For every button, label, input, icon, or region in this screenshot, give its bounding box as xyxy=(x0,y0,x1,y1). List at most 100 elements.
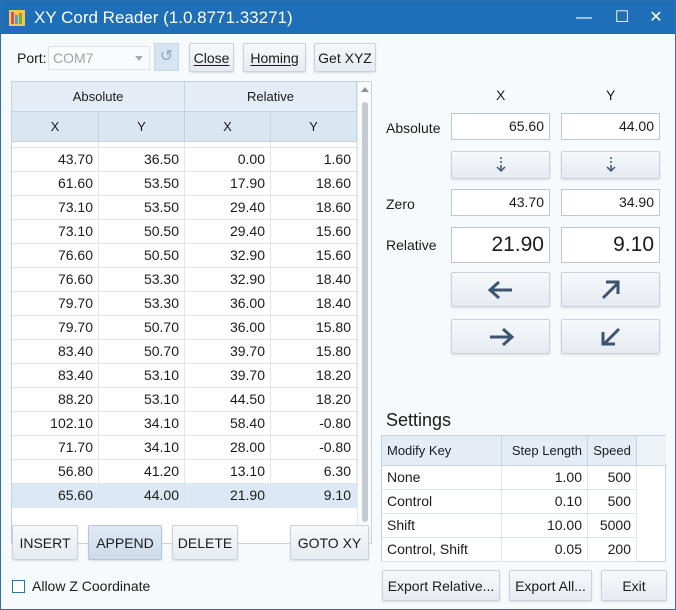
table-cell[interactable]: 36.00 xyxy=(185,316,271,340)
coordinates-table[interactable]: Absolute Relative X Y X Y 43.7034.900.00… xyxy=(11,81,372,544)
table-cell[interactable]: 53.10 xyxy=(99,364,185,388)
table-cell[interactable]: 76.60 xyxy=(12,268,99,292)
table-cell[interactable]: 53.50 xyxy=(99,172,185,196)
table-cell[interactable]: 0.00 xyxy=(185,148,271,172)
table-cell[interactable]: 83.40 xyxy=(12,364,99,388)
table-cell[interactable]: 32.90 xyxy=(185,268,271,292)
relative-y-field[interactable]: 9.10 xyxy=(561,227,660,263)
settings-cell[interactable]: 10.00 xyxy=(502,514,588,538)
settings-cell[interactable]: Control xyxy=(382,490,502,514)
close-port-button[interactable]: Close xyxy=(189,43,234,72)
get-xyz-button[interactable]: Get XYZ xyxy=(314,43,376,72)
table-cell[interactable]: 36.00 xyxy=(185,292,271,316)
table-cell[interactable]: 65.60 xyxy=(12,484,99,508)
settings-cell[interactable]: 5000 xyxy=(588,514,637,538)
table-cell[interactable]: 36.50 xyxy=(99,148,185,172)
port-select[interactable]: COM7 xyxy=(48,46,150,70)
exit-button[interactable]: Exit xyxy=(601,570,667,601)
table-row[interactable]: 76.60 50.50 32.90 15.60 xyxy=(12,244,357,268)
table-row[interactable]: 71.70 34.10 28.00 -0.80 xyxy=(12,436,357,460)
append-button[interactable]: APPEND xyxy=(88,525,162,560)
zero-x-field[interactable]: 43.70 xyxy=(451,189,550,216)
settings-cell[interactable]: Shift xyxy=(382,514,502,538)
table-cell[interactable]: 29.40 xyxy=(185,220,271,244)
settings-cell[interactable]: 500 xyxy=(588,490,637,514)
table-row[interactable]: 65.60 44.00 21.90 9.10 xyxy=(12,484,357,508)
settings-table[interactable]: Modify Key Step Length Speed None 1.00 500… xyxy=(381,435,666,562)
table-cell[interactable]: 15.80 xyxy=(271,340,357,364)
table-cell[interactable]: 34.10 xyxy=(99,436,185,460)
table-cell[interactable]: 15.80 xyxy=(271,316,357,340)
table-cell[interactable]: 76.60 xyxy=(12,244,99,268)
table-cell[interactable]: 50.70 xyxy=(99,316,185,340)
absolute-y-field[interactable]: 44.00 xyxy=(561,113,660,140)
column-abs-x[interactable]: X xyxy=(12,112,99,142)
goto-xy-button[interactable]: GOTO XY xyxy=(290,525,369,560)
table-cell[interactable]: 58.40 xyxy=(185,412,271,436)
table-cell[interactable]: 41.20 xyxy=(99,460,185,484)
settings-cell[interactable]: 500 xyxy=(588,466,637,490)
column-abs-y[interactable]: Y xyxy=(99,112,185,142)
table-row[interactable]: 83.40 50.70 39.70 15.80 xyxy=(12,340,357,364)
scroll-up-icon[interactable] xyxy=(361,87,369,92)
settings-cell[interactable]: 200 xyxy=(588,538,637,562)
table-cell[interactable]: 71.70 xyxy=(12,436,99,460)
settings-cell[interactable]: None xyxy=(382,466,502,490)
column-rel-y[interactable]: Y xyxy=(271,112,357,142)
table-cell[interactable]: 44.50 xyxy=(185,388,271,412)
table-cell[interactable]: 18.60 xyxy=(271,196,357,220)
table-row[interactable]: 83.40 53.10 39.70 18.20 xyxy=(12,364,357,388)
set-zero-y-button[interactable] xyxy=(561,151,660,179)
table-cell[interactable]: 83.40 xyxy=(12,340,99,364)
table-row[interactable]: 56.80 41.20 13.10 6.30 xyxy=(12,460,357,484)
table-cell[interactable]: 18.60 xyxy=(271,172,357,196)
table-cell[interactable]: 53.50 xyxy=(99,196,185,220)
settings-row[interactable]: Shift 10.00 5000 xyxy=(382,514,637,538)
homing-button[interactable]: Homing xyxy=(243,43,306,72)
table-cell[interactable]: 29.40 xyxy=(185,196,271,220)
table-cell[interactable]: 17.90 xyxy=(185,172,271,196)
table-cell[interactable]: 88.20 xyxy=(12,388,99,412)
table-cell[interactable]: 61.60 xyxy=(12,172,99,196)
table-cell[interactable]: 6.30 xyxy=(271,460,357,484)
table-cell[interactable]: 53.30 xyxy=(99,292,185,316)
table-cell[interactable]: 39.70 xyxy=(185,340,271,364)
table-cell[interactable]: -0.80 xyxy=(271,436,357,460)
insert-button[interactable]: INSERT xyxy=(12,525,78,560)
table-cell[interactable]: 32.90 xyxy=(185,244,271,268)
table-row[interactable]: 102.10 34.10 58.40 -0.80 xyxy=(12,412,357,436)
allow-z-checkbox[interactable] xyxy=(12,580,25,593)
table-scrollbar[interactable] xyxy=(357,82,371,543)
table-cell[interactable]: 73.10 xyxy=(12,220,99,244)
move-up-right-button[interactable] xyxy=(561,272,660,307)
table-cell[interactable]: 21.90 xyxy=(185,484,271,508)
column-rel-x[interactable]: X xyxy=(185,112,271,142)
close-window-button[interactable]: ✕ xyxy=(639,1,673,34)
table-cell[interactable]: 50.50 xyxy=(99,220,185,244)
table-row[interactable]: 43.70 36.50 0.00 1.60 xyxy=(12,148,357,172)
settings-row[interactable]: Control, Shift 0.05 200 xyxy=(382,538,637,562)
table-row[interactable]: 88.20 53.10 44.50 18.20 xyxy=(12,388,357,412)
table-cell[interactable]: 43.70 xyxy=(12,148,99,172)
table-cell[interactable]: 39.70 xyxy=(185,364,271,388)
table-cell[interactable]: 28.00 xyxy=(185,436,271,460)
table-cell[interactable]: 18.40 xyxy=(271,292,357,316)
settings-cell[interactable]: Control, Shift xyxy=(382,538,502,562)
zero-y-field[interactable]: 34.90 xyxy=(561,189,660,216)
move-down-left-button[interactable] xyxy=(561,319,660,354)
table-row[interactable]: 79.70 53.30 36.00 18.40 xyxy=(12,292,357,316)
table-row[interactable]: 79.70 50.70 36.00 15.80 xyxy=(12,316,357,340)
set-zero-x-button[interactable] xyxy=(451,151,550,179)
export-relative-button[interactable]: Export Relative... xyxy=(382,570,500,601)
table-cell[interactable]: 18.20 xyxy=(271,364,357,388)
maximize-button[interactable]: ☐ xyxy=(605,1,639,34)
table-row[interactable]: 76.60 53.30 32.90 18.40 xyxy=(12,268,357,292)
table-cell[interactable]: 73.10 xyxy=(12,196,99,220)
table-cell[interactable]: 18.20 xyxy=(271,388,357,412)
table-cell[interactable]: 79.70 xyxy=(12,292,99,316)
export-all-button[interactable]: Export All... xyxy=(509,570,592,601)
table-cell[interactable]: 102.10 xyxy=(12,412,99,436)
table-cell[interactable]: 34.10 xyxy=(99,412,185,436)
settings-cell[interactable]: 1.00 xyxy=(502,466,588,490)
refresh-ports-button[interactable]: ↺ xyxy=(154,43,179,71)
